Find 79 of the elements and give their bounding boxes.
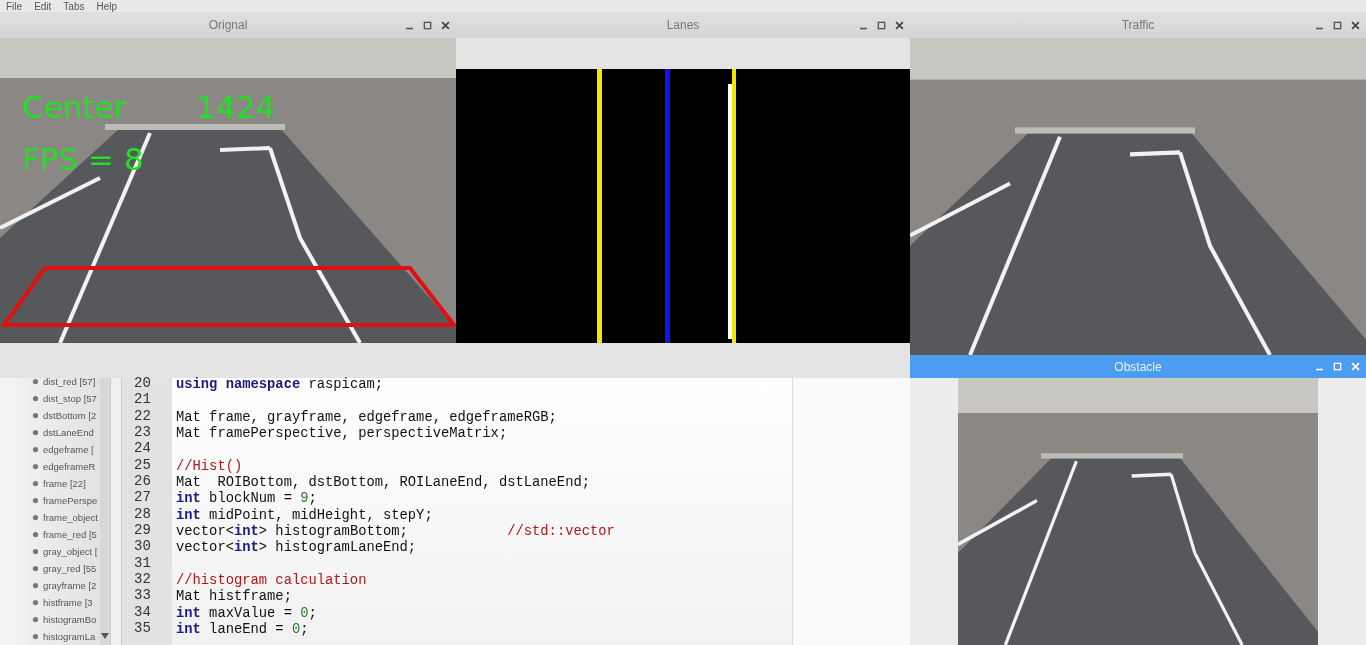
symbol-item[interactable]: frame_red [5 — [0, 526, 100, 543]
maximize-icon[interactable] — [1333, 20, 1342, 30]
dot-icon — [32, 446, 39, 453]
symbol-item[interactable]: dstBottom [2 — [0, 407, 100, 424]
window-title: Traffic — [1121, 18, 1155, 32]
code-line: int laneEnd = 0; — [176, 621, 309, 637]
code-line: Mat frame, grayframe, edgeframe, edgeframeRGB; — [176, 409, 557, 425]
code-line: Mat framePerspective, perspectiveMatrix; — [176, 426, 508, 441]
line-number: 35 — [133, 619, 152, 637]
line-number: 23 — [133, 424, 152, 441]
window-title: Lanes — [666, 18, 700, 32]
dot-icon — [32, 531, 39, 538]
line-number: 31 — [133, 554, 152, 571]
dot-icon — [32, 480, 39, 487]
code-line: vector<int> histogramLaneEnd; — [176, 540, 417, 556]
window-title: Orignal — [208, 18, 248, 32]
line-number: 22 — [133, 407, 152, 424]
dot-icon — [32, 395, 39, 402]
dot-icon — [32, 599, 39, 606]
line-number: 20 — [133, 375, 152, 392]
symbol-item[interactable]: dstLaneEnd — [0, 424, 100, 441]
symbol-item[interactable]: edgeframeR — [0, 458, 100, 475]
line-number: 28 — [133, 505, 152, 522]
dot-icon — [32, 463, 39, 470]
line-number: 25 — [133, 456, 152, 473]
dot-icon — [32, 633, 39, 640]
symbol-item[interactable]: edgeframe [ — [0, 441, 100, 458]
line-number: 26 — [133, 472, 152, 490]
line-number: 34 — [133, 603, 152, 620]
overlay-text: 1424 — [196, 90, 276, 124]
symbol-item[interactable]: dist_stop [57 — [0, 390, 100, 407]
scrollbar[interactable] — [100, 378, 110, 645]
maximize-icon[interactable] — [423, 20, 432, 30]
symbol-item[interactable]: gray_object [ — [0, 543, 100, 560]
line-number: 21 — [133, 391, 152, 408]
symbol-item[interactable]: frame [22] — [0, 475, 100, 492]
symbol-item[interactable]: histframe [3 — [0, 594, 100, 611]
scroll-down-icon[interactable] — [101, 633, 109, 639]
dot-icon — [32, 548, 39, 555]
menu-item[interactable]: Help — [96, 0, 118, 12]
code-line: //Hist() — [176, 458, 243, 474]
code-line: using namespace raspicam; — [176, 377, 383, 392]
overlay-text: Center — [22, 90, 127, 124]
dot-icon — [32, 412, 39, 419]
code-line: vector<int> histogramBottom; //std::vector — [176, 523, 615, 539]
close-icon[interactable] — [1351, 20, 1360, 30]
symbol-item[interactable]: histogramBo — [0, 611, 100, 628]
menu-item[interactable]: File — [6, 0, 23, 12]
window-title: Obstacle — [1114, 359, 1162, 374]
code-line: Mat ROIBottom, dstBottom, ROILaneEnd, dstLaneEnd; — [176, 474, 590, 490]
symbol-item[interactable]: histogramLa — [0, 628, 100, 645]
line-number: 32 — [133, 570, 152, 588]
line-number: 33 — [133, 587, 152, 604]
code-line: int blockNum = 9; — [176, 491, 317, 507]
close-icon[interactable] — [441, 20, 450, 30]
dot-icon — [32, 514, 39, 521]
line-number: 30 — [133, 538, 152, 555]
dot-icon — [32, 565, 39, 572]
line-number: 29 — [133, 521, 152, 539]
code-line: int maxValue = 0; — [176, 605, 317, 621]
code-line: int midPoint, midHeight, stepY; — [176, 507, 433, 523]
code-line: Mat histframe; — [176, 589, 292, 605]
menu-item[interactable]: Edit — [34, 0, 52, 12]
code-line: //histogram calculation — [176, 572, 367, 588]
symbol-item[interactable]: dist_red [57] — [0, 378, 100, 390]
dot-icon — [32, 378, 39, 385]
symbol-item[interactable]: grayframe [2 — [0, 577, 100, 594]
close-icon[interactable] — [895, 20, 904, 30]
line-number: 27 — [133, 489, 152, 506]
dot-icon — [32, 582, 39, 589]
symbol-item[interactable]: framePerspe — [0, 492, 100, 509]
dot-icon — [32, 429, 39, 436]
dot-icon — [32, 497, 39, 504]
symbol-item[interactable]: frame_object — [0, 509, 100, 526]
symbol-item[interactable]: gray_red [55 — [0, 560, 100, 577]
menu-item[interactable]: Tabs — [63, 0, 85, 12]
line-number: 24 — [133, 440, 152, 457]
maximize-icon[interactable] — [877, 20, 886, 30]
dot-icon — [32, 616, 39, 623]
